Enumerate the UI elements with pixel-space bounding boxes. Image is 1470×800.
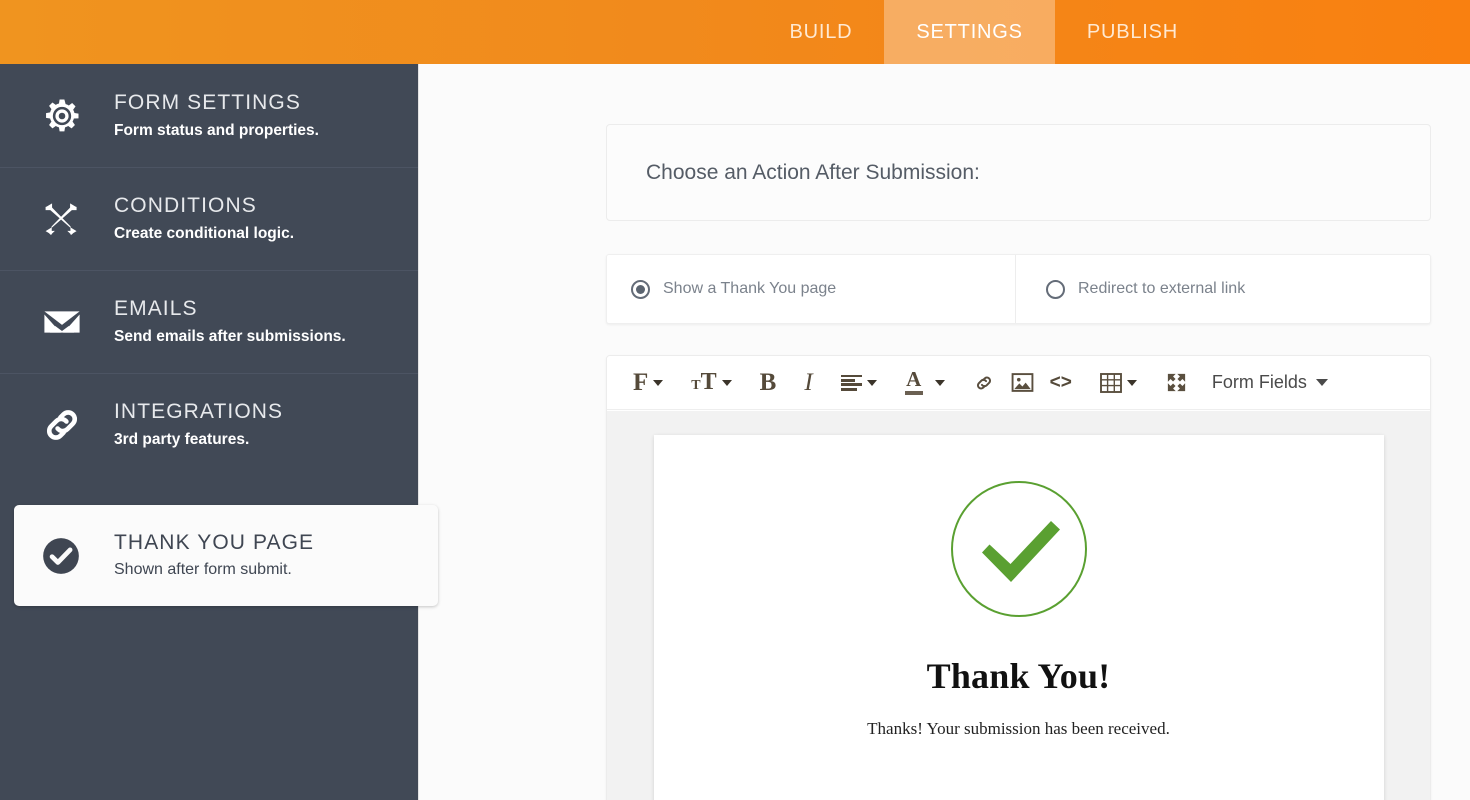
sidebar-item-emails[interactable]: EMAILS Send emails after submissions. bbox=[0, 270, 418, 373]
sidebar-item-thank-you-page-title: THANK YOU PAGE bbox=[114, 530, 315, 554]
italic-icon: I bbox=[804, 369, 813, 396]
italic-button[interactable]: I bbox=[798, 366, 818, 400]
radio-show-thank-you-page-label: Show a Thank You page bbox=[663, 280, 837, 297]
text-color-button[interactable]: A bbox=[899, 366, 951, 400]
table-icon bbox=[1099, 372, 1122, 393]
thank-you-page-editor: F TT B I A <> Form Fields Thank You! Tha… bbox=[606, 355, 1431, 800]
sidebar-item-emails-subtitle: Send emails after submissions. bbox=[114, 327, 346, 345]
sidebar-item-integrations-subtitle: 3rd party features. bbox=[114, 430, 250, 448]
insert-link-button[interactable] bbox=[967, 366, 1001, 400]
sidebar-item-thank-you-page-text: THANK YOU PAGE Shown after form submit. bbox=[96, 530, 314, 581]
sidebar-item-conditions-title: CONDITIONS bbox=[114, 194, 257, 218]
sidebar-item-thank-you-page[interactable]: THANK YOU PAGE Shown after form submit. bbox=[14, 505, 438, 606]
top-navigation-bar: BUILD SETTINGS PUBLISH bbox=[0, 0, 1470, 64]
check-circle-icon bbox=[40, 535, 96, 577]
thank-you-title: Thank You! bbox=[926, 656, 1111, 696]
sidebar-item-emails-title: EMAILS bbox=[114, 297, 198, 321]
sidebar-item-conditions-text: CONDITIONS Create conditional logic. bbox=[96, 193, 294, 243]
radio-show-thank-you-page[interactable]: Show a Thank You page bbox=[607, 255, 1015, 323]
sidebar-item-form-settings[interactable]: FORM SETTINGS Form status and properties… bbox=[0, 64, 418, 167]
chevron-down-icon bbox=[866, 379, 877, 386]
page-title: Choose an Action After Submission: bbox=[646, 160, 980, 184]
radio-redirect-external-link-label: Redirect to external link bbox=[1078, 280, 1246, 297]
link-icon bbox=[40, 403, 96, 447]
radio-selected-icon bbox=[631, 279, 650, 299]
sidebar-item-integrations-title: INTEGRATIONS bbox=[114, 400, 284, 424]
sidebar-item-conditions[interactable]: CONDITIONS Create conditional logic. bbox=[0, 167, 418, 270]
link-icon bbox=[976, 376, 991, 389]
form-fields-label: Form Fields bbox=[1211, 372, 1307, 392]
thank-you-subtitle: Thanks! Your submission has been receive… bbox=[867, 719, 1170, 738]
align-left-icon bbox=[840, 374, 862, 391]
align-button[interactable] bbox=[835, 366, 883, 400]
envelope-icon bbox=[40, 300, 96, 344]
sidebar-item-form-settings-title: FORM SETTINGS bbox=[114, 91, 301, 115]
tab-build[interactable]: BUILD bbox=[757, 0, 884, 64]
radio-redirect-external-link[interactable]: Redirect to external link bbox=[1015, 255, 1430, 323]
sidebar-item-form-settings-text: FORM SETTINGS Form status and properties… bbox=[96, 90, 319, 140]
text-color-icon: A bbox=[904, 369, 923, 395]
font-family-label: F bbox=[633, 369, 649, 396]
bold-button[interactable]: B bbox=[754, 366, 783, 400]
tab-settings[interactable]: SETTINGS bbox=[884, 0, 1055, 64]
tab-build-label: BUILD bbox=[789, 20, 853, 43]
code-icon: <> bbox=[1049, 372, 1072, 393]
tab-publish-label: PUBLISH bbox=[1086, 20, 1178, 43]
sidebar-item-integrations-text: INTEGRATIONS 3rd party features. bbox=[96, 399, 283, 449]
sidebar-item-integrations[interactable]: INTEGRATIONS 3rd party features. bbox=[0, 373, 418, 476]
editor-toolbar: F TT B I A <> Form Fields bbox=[607, 356, 1430, 410]
settings-sidebar: FORM SETTINGS Form status and properties… bbox=[0, 64, 438, 800]
font-size-button[interactable]: TT bbox=[685, 366, 737, 400]
gear-icon bbox=[40, 94, 96, 138]
sidebar-item-form-settings-subtitle: Form status and properties. bbox=[114, 121, 319, 139]
chevron-down-icon bbox=[1315, 379, 1328, 386]
app-root: BUILD SETTINGS PUBLISH FORM SETTINGS For… bbox=[0, 0, 1470, 800]
chevron-down-icon bbox=[934, 379, 945, 386]
success-check-icon bbox=[950, 481, 1087, 617]
sidebar-item-thank-you-page-subtitle: Shown after form submit. bbox=[114, 561, 292, 579]
main-content: Choose an Action After Submission: Show … bbox=[420, 64, 1470, 800]
source-code-button[interactable]: <> bbox=[1044, 366, 1078, 400]
font-size-icon: TT bbox=[691, 369, 717, 395]
form-fields-dropdown[interactable]: Form Fields bbox=[1212, 372, 1328, 393]
shuffle-icon bbox=[40, 198, 96, 240]
insert-image-button[interactable] bbox=[1005, 366, 1040, 400]
chevron-down-icon bbox=[653, 379, 664, 386]
tab-settings-label: SETTINGS bbox=[916, 20, 1023, 43]
sidebar-item-emails-text: EMAILS Send emails after submissions. bbox=[96, 296, 346, 346]
tab-publish[interactable]: PUBLISH bbox=[1055, 0, 1210, 64]
image-icon bbox=[1011, 373, 1034, 392]
chevron-down-icon bbox=[1126, 379, 1137, 386]
choose-action-header-panel: Choose an Action After Submission: bbox=[606, 124, 1431, 221]
chevron-down-icon bbox=[721, 379, 732, 386]
radio-unselected-icon bbox=[1046, 279, 1065, 299]
thank-you-preview-card: Thank You! Thanks! Your submission has b… bbox=[653, 435, 1384, 800]
sidebar-item-conditions-subtitle: Create conditional logic. bbox=[114, 224, 294, 242]
bold-icon: B bbox=[759, 369, 777, 396]
font-family-button[interactable]: F bbox=[627, 366, 669, 400]
fullscreen-button[interactable] bbox=[1159, 366, 1194, 400]
editor-canvas[interactable]: Thank You! Thanks! Your submission has b… bbox=[607, 411, 1430, 800]
fullscreen-icon bbox=[1167, 373, 1185, 392]
insert-table-button[interactable] bbox=[1094, 366, 1143, 400]
action-options-panel: Show a Thank You page Redirect to extern… bbox=[606, 254, 1431, 324]
